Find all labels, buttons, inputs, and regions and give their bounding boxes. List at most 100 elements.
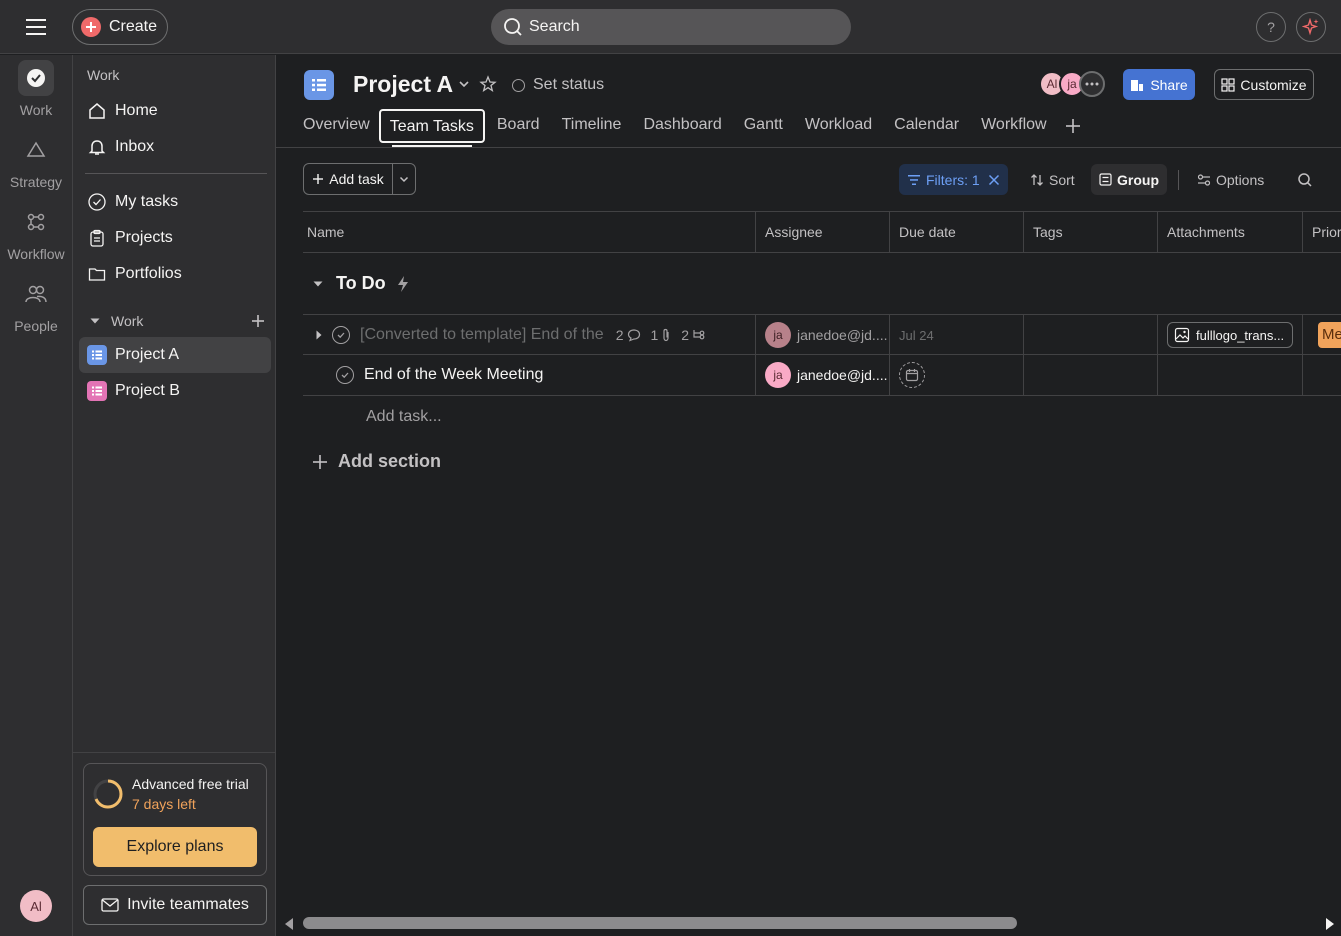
scroll-left-arrow[interactable] — [283, 917, 295, 931]
help-button[interactable]: ? — [1256, 12, 1286, 42]
toolbar-divider — [1178, 170, 1179, 190]
rail-label-workflow: Workflow — [7, 246, 65, 262]
share-button[interactable]: Share — [1123, 69, 1195, 100]
assignee-name[interactable]: janedoe@jd.... — [797, 367, 888, 383]
trial-title: Advanced free trial — [132, 776, 249, 792]
ai-sparkle-button[interactable] — [1296, 12, 1326, 42]
priority-cell[interactable] — [1302, 355, 1341, 395]
sort-label: Sort — [1049, 171, 1075, 188]
customize-button[interactable]: Customize — [1214, 69, 1314, 100]
search-tasks-button[interactable] — [1289, 164, 1326, 195]
horizontal-scrollbar[interactable] — [276, 912, 1341, 936]
column-header-due-date[interactable]: Due date — [889, 212, 1023, 252]
rail-item-workflow[interactable]: Workflow — [0, 204, 72, 262]
add-task-inline[interactable]: Add task... — [366, 408, 442, 426]
add-task-dropdown[interactable] — [393, 173, 415, 185]
column-header-tags[interactable]: Tags — [1023, 212, 1157, 252]
task-name[interactable]: End of the Week Meeting — [364, 366, 543, 384]
attachment-chip[interactable]: fulllogo_trans... — [1167, 322, 1294, 348]
tabs-divider — [276, 147, 1341, 148]
tab-dashboard[interactable]: Dashboard — [643, 109, 721, 143]
plus-icon — [313, 454, 327, 469]
assignee-name[interactable]: janedoe@jd.... — [797, 327, 888, 343]
tab-calendar[interactable]: Calendar — [894, 109, 959, 143]
table-row[interactable]: End of the Week Meeting ja janedoe@jd...… — [303, 354, 1341, 396]
sidebar-item-projects[interactable]: Projects — [79, 220, 271, 256]
tab-workflow[interactable]: Workflow — [981, 109, 1047, 143]
task-complete-checkbox[interactable] — [336, 366, 354, 384]
list-icon — [87, 345, 107, 365]
scrollbar-thumb[interactable] — [303, 917, 1017, 929]
grid-icon — [1221, 77, 1236, 92]
add-project-icon[interactable] — [251, 314, 265, 328]
section-label: Work — [111, 313, 144, 329]
search-input[interactable]: Search — [491, 9, 851, 45]
task-name[interactable]: [Converted to template] End of the — [360, 326, 604, 344]
chevron-down-icon[interactable] — [312, 278, 324, 290]
add-task-label: Add task — [329, 171, 384, 187]
sidebar-item-label: Home — [115, 102, 158, 119]
sidebar-item-project-a[interactable]: Project A — [79, 337, 271, 373]
image-icon — [1174, 327, 1190, 343]
avatar[interactable]: ja — [765, 322, 791, 348]
table-header: Name Assignee Due date Tags Attachments … — [303, 211, 1341, 253]
tab-overview[interactable]: Overview — [303, 109, 370, 143]
column-header-priority[interactable]: Prior — [1302, 212, 1341, 252]
chevron-down-icon[interactable] — [457, 77, 471, 91]
check-circle-icon — [18, 60, 54, 96]
create-button[interactable]: Create — [72, 9, 168, 45]
section-title[interactable]: To Do — [336, 273, 386, 294]
due-date[interactable]: Jul 24 — [889, 315, 1023, 355]
expand-subtasks-icon[interactable] — [315, 329, 323, 341]
tab-board[interactable]: Board — [497, 109, 540, 143]
tags-cell[interactable] — [1023, 315, 1157, 355]
sidebar-item-home[interactable]: Home — [79, 93, 271, 129]
sidebar-item-project-b[interactable]: Project B — [79, 373, 271, 409]
options-label: Options — [1216, 171, 1265, 188]
attachments-cell[interactable] — [1157, 355, 1302, 395]
menu-icon[interactable] — [22, 15, 50, 39]
rail-item-work[interactable]: Work — [0, 60, 72, 118]
tags-cell[interactable] — [1023, 355, 1157, 395]
group-button[interactable]: Group — [1091, 164, 1167, 195]
column-header-attachments[interactable]: Attachments — [1157, 212, 1302, 252]
lightning-icon[interactable] — [396, 275, 410, 293]
calendar-icon[interactable] — [899, 362, 925, 388]
add-task-button[interactable]: Add task — [304, 164, 393, 194]
status-circle-icon — [512, 78, 525, 92]
priority-badge[interactable]: Me — [1318, 322, 1341, 348]
project-list-icon[interactable] — [304, 70, 334, 100]
project-tabs: Overview Team Tasks Board Timeline Dashb… — [303, 108, 1081, 144]
more-members-icon[interactable] — [1079, 71, 1105, 97]
add-tab-icon[interactable] — [1065, 118, 1081, 134]
rail-item-people[interactable]: People — [0, 276, 72, 334]
task-complete-checkbox[interactable] — [332, 326, 350, 344]
sidebar-section-work[interactable]: Work — [89, 313, 265, 329]
filters-button[interactable]: Filters: 1 — [899, 164, 1008, 195]
tab-gantt[interactable]: Gantt — [744, 109, 783, 143]
project-members[interactable]: Al ja — [1039, 71, 1105, 97]
set-status-button[interactable]: Set status — [512, 76, 604, 94]
rail-item-strategy[interactable]: Strategy — [0, 132, 72, 190]
close-icon[interactable] — [988, 174, 1000, 186]
options-icon — [1197, 173, 1211, 186]
invite-teammates-button[interactable]: Invite teammates — [83, 885, 267, 925]
column-header-name[interactable]: Name — [302, 212, 755, 252]
sort-button[interactable]: Sort — [1022, 164, 1083, 195]
filter-icon — [908, 174, 920, 185]
sidebar-item-portfolios[interactable]: Portfolios — [79, 256, 271, 292]
star-icon[interactable] — [479, 75, 497, 93]
avatar[interactable]: ja — [765, 362, 791, 388]
scroll-right-arrow[interactable] — [1324, 917, 1336, 931]
tab-timeline[interactable]: Timeline — [562, 109, 622, 143]
table-row[interactable]: [Converted to template] End of the 2 1 2… — [303, 314, 1341, 355]
tab-team-tasks[interactable]: Team Tasks — [378, 109, 485, 143]
sidebar-item-my-tasks[interactable]: My tasks — [79, 184, 271, 220]
explore-plans-button[interactable]: Explore plans — [93, 827, 257, 867]
avatar[interactable]: Al — [20, 890, 52, 922]
sidebar-item-inbox[interactable]: Inbox — [79, 129, 271, 165]
column-header-assignee[interactable]: Assignee — [755, 212, 889, 252]
options-button[interactable]: Options — [1189, 164, 1272, 195]
add-section-button[interactable]: Add section — [312, 451, 441, 472]
tab-workload[interactable]: Workload — [805, 109, 872, 143]
